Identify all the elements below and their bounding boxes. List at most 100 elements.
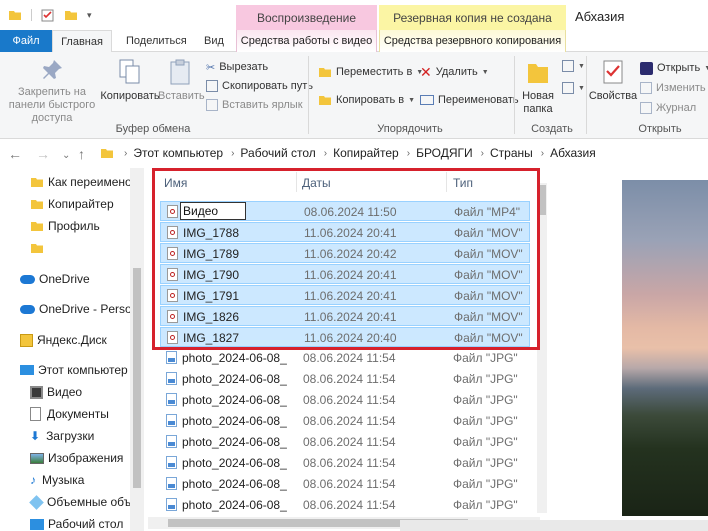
nav-item-onedrive-personal[interactable]: OneDrive - Person bbox=[20, 299, 130, 319]
breadcrumb-this-pc[interactable]: Этот компьютер bbox=[133, 146, 223, 160]
folder-icon bbox=[9, 11, 21, 20]
tab-backup-tools[interactable]: Средства резервного копирования bbox=[379, 30, 566, 52]
breadcrumb-brodyagi[interactable]: БРОДЯГИ bbox=[416, 146, 473, 160]
copy-to-icon bbox=[319, 96, 331, 105]
column-header-type[interactable]: Тип bbox=[453, 176, 473, 190]
breadcrumb-separator-icon: › bbox=[406, 147, 411, 159]
tab-file[interactable]: Файл bbox=[0, 30, 52, 52]
column-header-name[interactable]: Имя bbox=[164, 176, 187, 190]
open-button[interactable]: Открыть ▼ bbox=[640, 60, 708, 76]
rename-button[interactable]: Переименовать bbox=[420, 92, 519, 108]
tab-view[interactable]: Вид bbox=[196, 30, 232, 52]
easy-access-icon bbox=[562, 82, 574, 94]
nav-item-pictures[interactable]: Изображения bbox=[30, 448, 123, 468]
properties-button[interactable]: Свойства bbox=[588, 58, 638, 103]
customize-qat-icon[interactable]: ▾ bbox=[87, 10, 92, 21]
breadcrumb-abkhazia[interactable]: Абхазия bbox=[550, 146, 596, 160]
scrollbar-thumb[interactable] bbox=[538, 185, 546, 215]
copy-button[interactable]: Копировать bbox=[100, 58, 160, 103]
paste-shortcut-button[interactable]: Вставить ярлык bbox=[206, 97, 303, 113]
tab-home[interactable]: Главная bbox=[52, 30, 112, 53]
delete-icon: ✕ bbox=[420, 63, 432, 80]
image-file-icon bbox=[166, 393, 177, 406]
file-date: 11.06.2024 20:41 bbox=[304, 289, 397, 303]
nav-pane-scrollbar[interactable] bbox=[130, 168, 144, 531]
properties-icon[interactable] bbox=[41, 8, 55, 22]
new-folder-icon[interactable] bbox=[64, 8, 78, 22]
nav-item-downloads[interactable]: ⬇ Загрузки bbox=[30, 426, 94, 446]
address-bar[interactable]: › Этот компьютер › Рабочий стол › Копира… bbox=[100, 143, 700, 163]
file-type: Файл "MOV" bbox=[454, 289, 523, 303]
file-row[interactable]: IMG_1788 11.06.2024 20:41 Файл "MOV" bbox=[160, 222, 530, 242]
nav-item-desktop[interactable]: Рабочий стол bbox=[30, 514, 123, 531]
new-folder-button[interactable]: Новая папка bbox=[518, 58, 558, 116]
up-icon[interactable]: ↑ bbox=[78, 146, 85, 162]
new-item-button[interactable]: ▼ bbox=[562, 58, 585, 74]
file-row[interactable]: photo_2024-06-08_ 08.06.2024 11:54 Файл "J… bbox=[160, 432, 530, 452]
file-row[interactable]: 08.06.2024 11:50 Файл "MP4" bbox=[160, 201, 530, 221]
nav-item-how-rename[interactable]: Как переимено bbox=[30, 172, 130, 192]
nav-item-label: Копирайтер bbox=[48, 197, 114, 211]
delete-button[interactable]: ✕ Удалить ▼ bbox=[420, 64, 489, 80]
back-icon[interactable]: ← bbox=[8, 146, 22, 162]
scrollbar-thumb[interactable] bbox=[133, 268, 141, 488]
nav-item-label: Этот компьютер bbox=[38, 363, 128, 377]
nav-item-music[interactable]: ♪ Музыка bbox=[30, 470, 84, 490]
column-divider[interactable] bbox=[446, 172, 447, 192]
file-row[interactable]: IMG_1791 11.06.2024 20:41 Файл "MOV" bbox=[160, 285, 530, 305]
shortcut-icon bbox=[206, 99, 218, 111]
nav-item-copywriter[interactable]: Копирайтер bbox=[30, 194, 114, 214]
nav-item-documents[interactable]: Документы bbox=[30, 404, 109, 424]
tab-video-tools[interactable]: Средства работы с видео bbox=[236, 30, 377, 52]
nav-item-yandex-disk[interactable]: Яндекс.Диск bbox=[20, 330, 107, 350]
chevron-down-icon: ▼ bbox=[408, 96, 416, 104]
breadcrumb-countries[interactable]: Страны bbox=[490, 146, 533, 160]
nav-item-videos[interactable]: Видео bbox=[30, 382, 82, 402]
file-type: Файл "JPG" bbox=[453, 435, 518, 449]
file-list-scrollbar[interactable] bbox=[537, 183, 547, 513]
file-row[interactable]: photo_2024-06-08_ 08.06.2024 11:54 Файл "J… bbox=[160, 474, 530, 494]
move-to-button[interactable]: Переместить в ▼ bbox=[318, 64, 423, 80]
file-date: 08.06.2024 11:54 bbox=[303, 414, 396, 428]
file-row[interactable]: IMG_1790 11.06.2024 20:41 Файл "MOV" bbox=[160, 264, 530, 284]
file-row[interactable]: photo_2024-06-08_ 08.06.2024 11:54 Файл "J… bbox=[160, 411, 530, 431]
nav-item-onedrive[interactable]: OneDrive bbox=[20, 269, 90, 289]
edit-button[interactable]: Изменить bbox=[640, 80, 706, 96]
copy-to-button[interactable]: Копировать в ▼ bbox=[318, 92, 415, 108]
copy-path-button[interactable]: Скопировать путь bbox=[206, 78, 313, 94]
column-divider[interactable] bbox=[296, 172, 297, 192]
column-header-date[interactable]: Даты bbox=[302, 176, 331, 190]
file-row[interactable]: photo_2024-06-08_ 08.06.2024 11:54 Файл "J… bbox=[160, 495, 530, 515]
image-file-icon bbox=[166, 372, 177, 385]
nav-item-profile[interactable]: Профиль bbox=[30, 216, 100, 236]
rename-input[interactable] bbox=[180, 202, 246, 220]
paste-button[interactable]: Вставить bbox=[158, 58, 205, 103]
file-row[interactable]: photo_2024-06-08_ 08.06.2024 11:54 Файл "J… bbox=[160, 390, 530, 410]
file-row[interactable]: photo_2024-06-08_ 08.06.2024 11:54 Файл "J… bbox=[160, 369, 530, 389]
cut-button[interactable]: ✂ Вырезать bbox=[206, 59, 268, 75]
breadcrumb-copywriter[interactable]: Копирайтер bbox=[333, 146, 399, 160]
music-icon: ♪ bbox=[30, 473, 36, 487]
forward-icon[interactable]: → bbox=[36, 146, 50, 162]
pin-quick-access-button[interactable]: Закрепить на панели быстрого доступа bbox=[2, 58, 102, 125]
nav-item-this-pc[interactable]: Этот компьютер bbox=[20, 360, 128, 380]
history-button[interactable]: Журнал bbox=[640, 100, 696, 116]
nav-item-unnamed-folder[interactable] bbox=[30, 238, 48, 258]
file-row[interactable]: IMG_1826 11.06.2024 20:41 Файл "MOV" bbox=[160, 306, 530, 326]
recent-locations-icon[interactable]: ⌄ bbox=[62, 150, 70, 161]
play-glyph-icon bbox=[170, 293, 175, 298]
file-name: photo_2024-06-08_ bbox=[182, 498, 287, 512]
file-row[interactable]: photo_2024-06-08_ 08.06.2024 11:54 Файл "J… bbox=[160, 348, 530, 368]
tab-share[interactable]: Поделиться bbox=[118, 30, 195, 52]
file-row[interactable]: IMG_1827 11.06.2024 20:40 Файл "MOV" bbox=[160, 327, 530, 347]
file-row[interactable]: photo_2024-06-08_ 08.06.2024 11:54 Файл "J… bbox=[160, 453, 530, 473]
nav-item-3d-objects[interactable]: Объемные объ bbox=[29, 492, 130, 512]
rename-label: Переименовать bbox=[438, 94, 519, 106]
breadcrumb-desktop[interactable]: Рабочий стол bbox=[240, 146, 315, 160]
file-row[interactable]: IMG_1789 11.06.2024 20:42 Файл "MOV" bbox=[160, 243, 530, 263]
file-date: 08.06.2024 11:50 bbox=[304, 205, 397, 219]
file-date: 11.06.2024 20:42 bbox=[304, 247, 397, 261]
nav-item-label: Видео bbox=[47, 385, 83, 399]
breadcrumb-separator-icon: › bbox=[124, 147, 128, 159]
easy-access-button[interactable]: ▼ bbox=[562, 80, 585, 96]
